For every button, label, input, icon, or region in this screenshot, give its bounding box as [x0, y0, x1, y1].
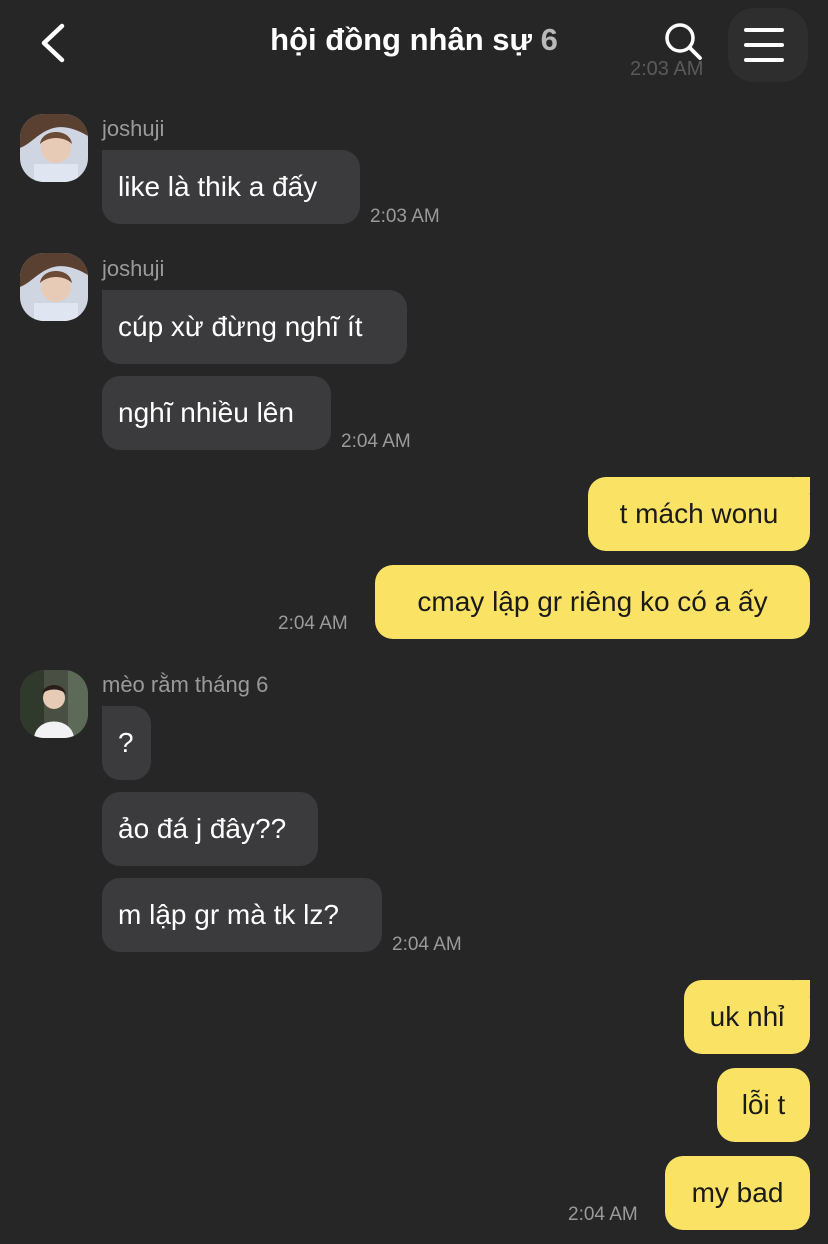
avatar[interactable]	[20, 114, 88, 182]
menu-icon	[744, 28, 784, 32]
sender-name: joshuji	[102, 256, 165, 281]
sender-name: joshuji	[102, 116, 165, 141]
chat-name: hội đồng nhân sự	[270, 22, 532, 57]
message-time: 2:04 AM	[341, 431, 411, 452]
message-time: 2:04 AM	[278, 613, 348, 634]
message-time: 2:04 AM	[392, 934, 462, 955]
message-bubble[interactable]: cúp xừ đừng nghĩ ít	[102, 290, 407, 364]
message-time: 2:03 AM	[370, 206, 440, 227]
message-bubble[interactable]: nghĩ nhiều lên	[102, 376, 331, 450]
avatar[interactable]	[20, 670, 88, 738]
message-bubble[interactable]: ảo đá j đây??	[102, 792, 318, 866]
member-count: 6	[540, 22, 558, 57]
message-bubble[interactable]: cmay lập gr riêng ko có a ấy	[375, 565, 810, 639]
avatar[interactable]	[20, 253, 88, 321]
message-bubble[interactable]: t mách wonu	[588, 477, 810, 551]
message-bubble[interactable]: ?	[102, 706, 151, 780]
message-bubble[interactable]: my bad	[665, 1156, 810, 1230]
message-bubble[interactable]: like là thik a đấy	[102, 150, 360, 224]
sender-name: mèo rằm tháng 6	[102, 672, 269, 697]
message-bubble[interactable]: uk nhỉ	[684, 980, 810, 1054]
search-icon[interactable]	[662, 20, 704, 62]
menu-button[interactable]	[728, 8, 808, 82]
message-bubble[interactable]: lỗi t	[717, 1068, 810, 1142]
message-bubble[interactable]: m lập gr mà tk lz?	[102, 878, 382, 952]
message-time: 2:04 AM	[568, 1204, 638, 1225]
